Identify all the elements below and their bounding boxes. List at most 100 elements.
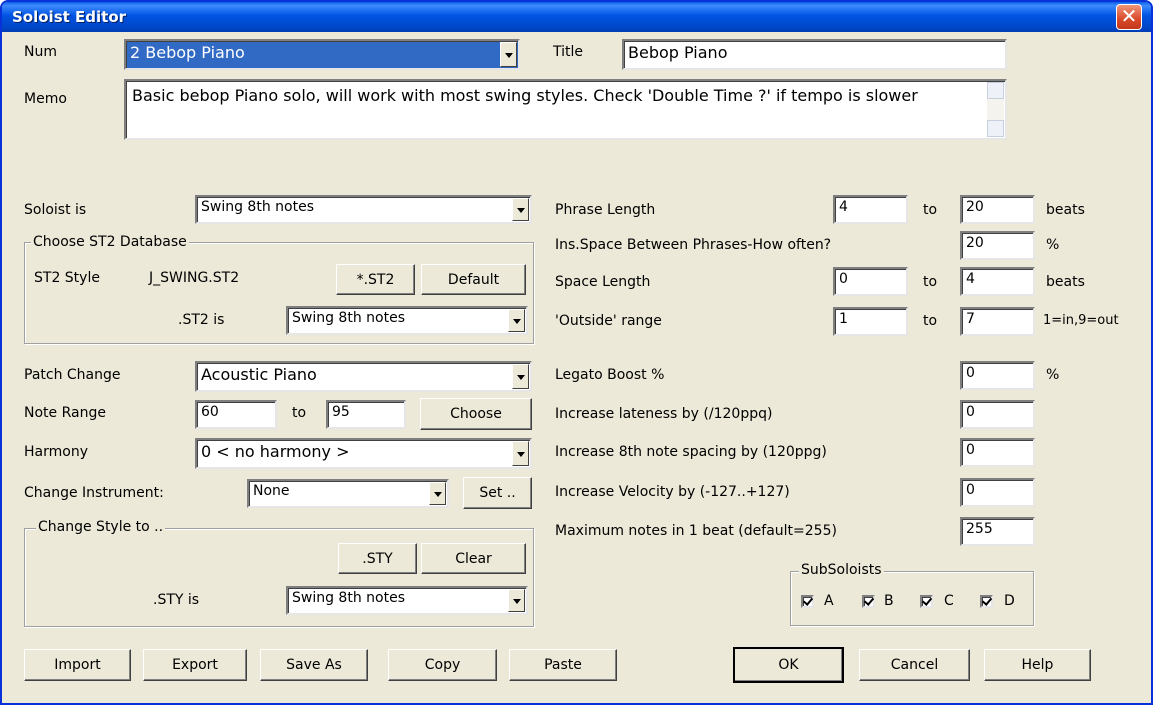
note-range-from: 60 (201, 404, 219, 420)
st2-style-label: ST2 Style (34, 270, 100, 286)
lateness-value: 0 (966, 404, 975, 420)
subsoloist-b-label: B (884, 593, 894, 609)
window-title: Soloist Editor (12, 8, 127, 26)
max-notes-input[interactable]: 255 (960, 517, 1035, 546)
num-select[interactable]: 2 Bebop Piano (124, 39, 520, 70)
st2-default-button[interactable]: Default (421, 264, 526, 295)
chevron-down-icon[interactable] (508, 309, 525, 332)
outside-range-unit: 1=in,9=out (1043, 313, 1119, 328)
subsoloist-c-label: C (944, 593, 954, 609)
outside-range-from-input[interactable]: 1 (833, 307, 908, 336)
scroll-up-icon[interactable] (987, 82, 1004, 99)
sty-is-label: .STY is (153, 592, 200, 608)
space-length-from-input[interactable]: 0 (833, 267, 908, 296)
chevron-down-icon[interactable] (512, 364, 529, 389)
soloist-is-select[interactable]: Swing 8th notes (195, 195, 532, 224)
save-as-button[interactable]: Save As (260, 649, 368, 681)
st2-style-value: J_SWING.ST2 (149, 270, 240, 286)
ins-space-unit: % (1046, 237, 1060, 253)
spacing-label: Increase 8th note spacing by (120ppg) (555, 444, 827, 460)
outside-range-label: 'Outside' range (555, 313, 662, 329)
harmony-value: 0 < no harmony > (201, 442, 350, 461)
lateness-input[interactable]: 0 (960, 400, 1035, 429)
spacing-value: 0 (966, 442, 975, 458)
chevron-down-icon[interactable] (508, 589, 525, 612)
outside-range-to-label: to (923, 313, 938, 329)
lateness-label: Increase lateness by (/120ppq) (555, 406, 773, 422)
sty-is-select[interactable]: Swing 8th notes (286, 586, 528, 615)
st2-is-select[interactable]: Swing 8th notes (286, 306, 528, 335)
memo-textarea[interactable]: Basic bebop Piano solo, will work with m… (124, 79, 1007, 140)
max-notes-value: 255 (966, 521, 993, 537)
outside-range-to: 7 (966, 311, 975, 327)
import-button[interactable]: Import (24, 649, 131, 681)
choose-button[interactable]: Choose (420, 398, 532, 430)
outside-range-to-input[interactable]: 7 (960, 307, 1035, 336)
patch-change-select[interactable]: Acoustic Piano (195, 361, 532, 392)
velocity-label: Increase Velocity by (-127..+127) (555, 484, 790, 500)
space-length-to-input[interactable]: 4 (960, 267, 1035, 296)
set-instrument-button[interactable]: Set .. (463, 477, 532, 509)
note-range-from-input[interactable]: 60 (195, 400, 277, 429)
legato-boost-input[interactable]: 0 (960, 361, 1035, 390)
harmony-select[interactable]: 0 < no harmony > (195, 438, 532, 469)
note-range-to-input[interactable]: 95 (326, 400, 406, 429)
close-button[interactable]: ✕ (1116, 4, 1142, 30)
export-button[interactable]: Export (143, 649, 247, 681)
st2-is-value: Swing 8th notes (292, 310, 405, 326)
phrase-length-label: Phrase Length (555, 202, 656, 218)
space-length-label: Space Length (555, 274, 651, 290)
outside-range-from: 1 (839, 311, 848, 327)
phrase-length-to-input[interactable]: 20 (960, 195, 1035, 224)
subsoloist-d-checkbox[interactable] (980, 595, 993, 608)
subsoloist-d-label: D (1004, 593, 1015, 609)
st2-browse-button[interactable]: *.ST2 (336, 264, 415, 295)
chevron-down-icon[interactable] (512, 441, 529, 466)
subsoloists-title: SubSoloists (799, 562, 884, 578)
change-instrument-value: None (253, 483, 290, 499)
change-instrument-select[interactable]: None (247, 479, 449, 508)
ins-space-value: 20 (966, 235, 984, 251)
sty-is-value: Swing 8th notes (292, 590, 405, 606)
sty-browse-button[interactable]: .STY (338, 543, 417, 574)
patch-change-label: Patch Change (24, 367, 121, 383)
title-value: Bebop Piano (628, 43, 728, 62)
scroll-down-icon[interactable] (987, 120, 1004, 137)
phrase-length-to: 20 (966, 199, 984, 215)
clear-style-button[interactable]: Clear (421, 543, 526, 574)
cancel-button[interactable]: Cancel (859, 649, 970, 681)
style-group-title: Change Style to .. (36, 519, 166, 535)
help-button[interactable]: Help (984, 649, 1091, 681)
change-instrument-label: Change Instrument: (24, 485, 164, 501)
subsoloist-a-label: A (824, 593, 834, 609)
phrase-length-from-input[interactable]: 4 (833, 195, 908, 224)
title-input[interactable]: Bebop Piano (622, 39, 1007, 70)
ins-space-input[interactable]: 20 (960, 231, 1035, 260)
st2-is-label: .ST2 is (178, 312, 225, 328)
subsoloist-c-checkbox[interactable] (920, 595, 933, 608)
memo-value: Basic bebop Piano solo, will work with m… (132, 86, 918, 105)
chevron-down-icon[interactable] (512, 198, 529, 221)
ok-button[interactable]: OK (733, 647, 844, 683)
close-icon: ✕ (1120, 4, 1138, 28)
memo-scrollbar[interactable] (987, 82, 1004, 137)
legato-boost-value: 0 (966, 365, 975, 381)
phrase-length-from: 4 (839, 199, 848, 215)
subsoloist-b-checkbox[interactable] (862, 595, 875, 608)
memo-label: Memo (24, 91, 67, 107)
note-range-label: Note Range (24, 405, 106, 421)
space-length-unit: beats (1046, 274, 1085, 290)
title-bar[interactable]: Soloist Editor ✕ (2, 2, 1151, 32)
copy-button[interactable]: Copy (388, 649, 497, 681)
patch-change-value: Acoustic Piano (201, 365, 317, 384)
velocity-input[interactable]: 0 (960, 478, 1035, 507)
harmony-label: Harmony (24, 444, 88, 460)
spacing-input[interactable]: 0 (960, 438, 1035, 467)
max-notes-label: Maximum notes in 1 beat (default=255) (555, 523, 837, 539)
chevron-down-icon[interactable] (500, 42, 517, 67)
phrase-length-to-label: to (923, 202, 938, 218)
soloist-is-value: Swing 8th notes (201, 199, 314, 215)
paste-button[interactable]: Paste (509, 649, 617, 681)
subsoloist-a-checkbox[interactable] (801, 595, 814, 608)
chevron-down-icon[interactable] (429, 482, 446, 505)
